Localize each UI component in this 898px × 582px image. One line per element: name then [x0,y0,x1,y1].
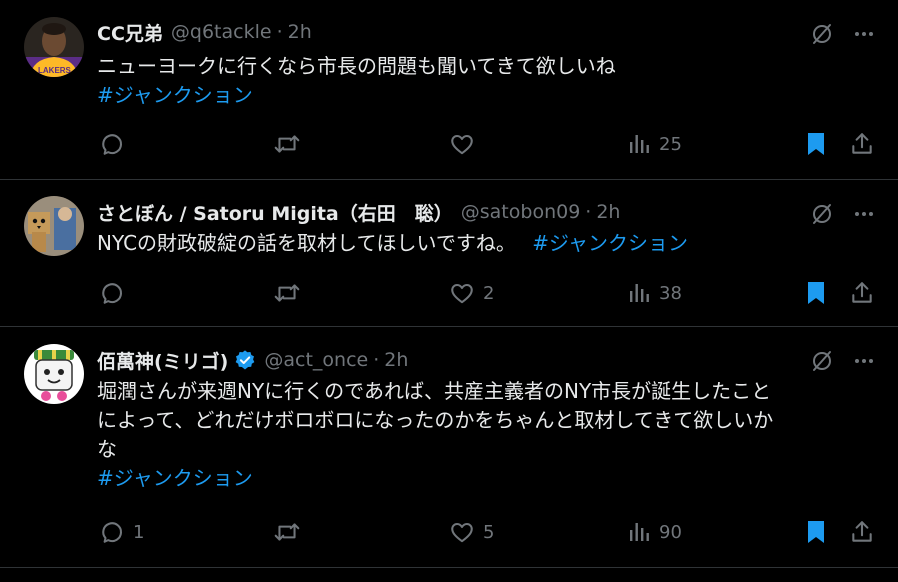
like-button[interactable]: 2 [449,278,494,308]
retweet-button[interactable] [273,517,301,547]
tweet[interactable]: 佰萬神(ミリゴ) @act_once · 2h 堀潤さんが来週NYに行くのであれ… [0,327,898,568]
like-icon [451,283,473,304]
like-button[interactable] [449,129,483,159]
like-icon [451,522,473,543]
timestamp[interactable]: 2h [384,349,408,371]
hashtag-link[interactable]: #ジャンクション [97,81,877,110]
share-button[interactable] [849,129,875,159]
author-name[interactable]: 佰萬神(ミリゴ) [97,347,228,374]
views-button[interactable]: 90 [627,517,682,547]
verified-badge-icon [234,349,256,371]
mascot-character-avatar[interactable] [24,344,84,404]
views-count: 90 [659,521,682,543]
reply-button[interactable] [99,278,133,308]
retweet-icon [274,135,300,153]
more-icon[interactable] [852,349,876,377]
reply-button[interactable]: 1 [99,517,144,547]
views-icon [630,135,649,153]
share-icon [852,521,872,542]
grok-icon[interactable] [810,202,834,230]
separator-dot: · [585,201,592,223]
retweet-button[interactable] [273,278,301,308]
tweet[interactable]: さとぼん / Satoru Migita（右田 聡） @satobon09 · … [0,180,898,327]
share-icon [852,282,872,303]
author-handle[interactable]: @satobon09 [461,201,581,223]
share-icon [852,133,872,154]
basketball-player-avatar[interactable]: LAKERS [24,17,84,77]
author-handle[interactable]: @act_once [264,349,368,371]
cardboard-robot-avatar[interactable] [24,196,84,256]
reply-count: 1 [133,521,145,543]
like-icon [451,134,473,155]
retweet-icon [274,523,300,541]
bookmark-button[interactable] [804,517,828,547]
author-handle[interactable]: @q6tackle [171,21,272,43]
tweet-text-line: 堀潤さんが来週NYに行くのであれば、共産主義者のNY市長が誕生したこと [97,379,772,403]
tweet-text-line: ニューヨークに行くなら市長の問題も聞いてきて欲しいね [97,54,616,78]
views-icon [630,284,649,302]
tweet-actions: 25 [97,129,874,159]
tweet-text: NYCの財政破綻の話を取材してほしいですね。 #ジャンクション [97,229,877,258]
views-count: 38 [659,282,682,304]
bookmark-icon [808,133,824,155]
views-button[interactable]: 38 [627,278,682,308]
like-count: 5 [483,521,495,543]
share-button[interactable] [849,517,875,547]
reply-icon [102,283,122,304]
separator-dot: · [276,21,283,43]
tweet-text: 堀潤さんが来週NYに行くのであれば、共産主義者のNY市長が誕生したこと によって… [97,377,877,493]
svg-text:LAKERS: LAKERS [38,66,72,75]
author-name[interactable]: さとぼん / Satoru Migita（右田 聡） [97,199,453,226]
timestamp[interactable]: 2h [288,21,312,43]
separator-dot: · [373,349,380,371]
hashtag-link[interactable]: #ジャンクション [532,231,688,255]
bookmark-button[interactable] [804,129,828,159]
timeline-feed: LAKERS CC兄弟 @q6tackle · 2h ニューヨークに行くなら市長… [0,0,898,582]
tweet-text-line: な [97,437,117,461]
share-button[interactable] [849,278,875,308]
tweet-text: ニューヨークに行くなら市長の問題も聞いてきて欲しいね #ジャンクション [97,52,877,110]
tweet-text-line: NYCの財政破綻の話を取材してほしいですね。 [97,231,516,255]
timestamp[interactable]: 2h [596,201,620,223]
more-icon[interactable] [852,22,876,50]
more-icon[interactable] [852,202,876,230]
bookmark-icon [808,521,824,543]
hashtag-link[interactable]: #ジャンクション [97,464,877,493]
bookmark-icon [808,282,824,304]
like-button[interactable]: 5 [449,517,494,547]
bookmark-button[interactable] [804,278,828,308]
tweet-actions: 2 38 [97,278,874,308]
views-count: 25 [659,133,682,155]
reply-icon [102,134,122,155]
tweet-text-line: によって、どれだけボロボロになったのかをちゃんと取材してきて欲しいか [97,408,774,432]
views-icon [630,523,649,541]
author-name[interactable]: CC兄弟 [97,19,163,46]
views-button[interactable]: 25 [627,129,682,159]
reply-icon [102,522,122,543]
like-count: 2 [483,282,495,304]
grok-icon[interactable] [810,349,834,377]
reply-button[interactable] [99,129,133,159]
tweet-actions: 1 5 90 [97,517,874,547]
grok-icon[interactable] [810,22,834,50]
tweet[interactable]: LAKERS CC兄弟 @q6tackle · 2h ニューヨークに行くなら市長… [0,0,898,180]
retweet-icon [274,284,300,302]
retweet-button[interactable] [273,129,301,159]
